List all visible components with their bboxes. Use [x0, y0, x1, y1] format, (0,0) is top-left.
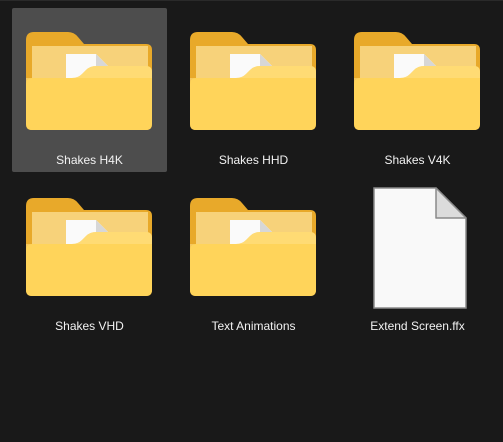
folder-item-shakes-vhd[interactable]: Shakes VHD: [12, 174, 167, 338]
folder-item-shakes-hhd[interactable]: Shakes HHD: [176, 8, 331, 172]
file-item-extend-screen[interactable]: Extend Screen.ffx: [340, 174, 495, 338]
window-top-edge: [0, 0, 503, 1]
item-label: Shakes H4K: [56, 153, 123, 167]
folder-icon: [188, 194, 318, 298]
folder-icon: [24, 28, 154, 132]
item-label: Shakes V4K: [384, 153, 451, 167]
folder-icon: [352, 28, 482, 132]
item-label: Shakes VHD: [55, 319, 124, 333]
file-icon: [372, 186, 468, 310]
item-label: Text Animations: [211, 319, 296, 333]
item-label: Extend Screen.ffx: [370, 319, 465, 333]
folder-icon: [24, 194, 154, 298]
folder-icon: [188, 28, 318, 132]
folder-item-text-animations[interactable]: Text Animations: [176, 174, 331, 338]
folder-item-shakes-v4k[interactable]: Shakes V4K: [340, 8, 495, 172]
item-label: Shakes HHD: [218, 153, 289, 167]
folder-item-shakes-h4k[interactable]: Shakes H4K: [12, 8, 167, 172]
